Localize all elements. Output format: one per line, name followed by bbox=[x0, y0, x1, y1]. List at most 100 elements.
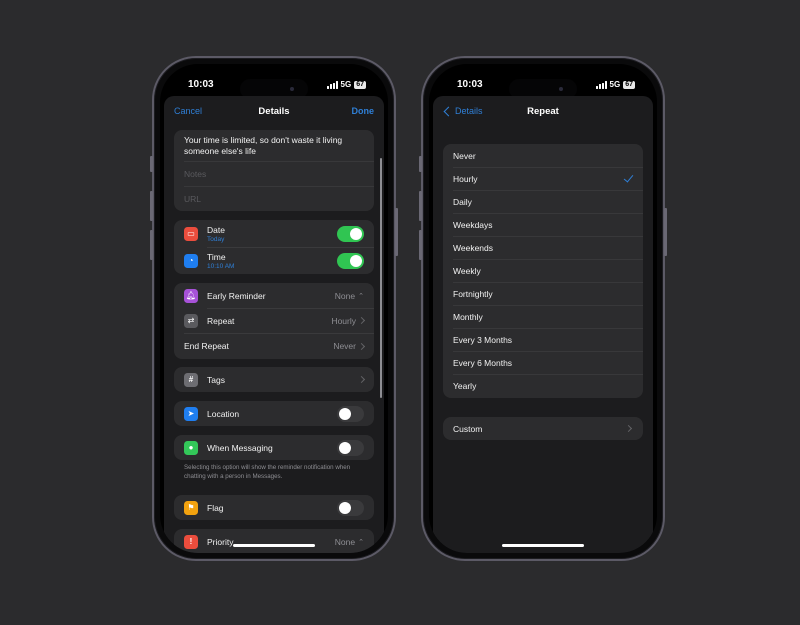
flag-label: Flag bbox=[207, 502, 224, 513]
when-messaging-toggle[interactable] bbox=[337, 439, 364, 456]
repeat-option-label: Monthly bbox=[453, 311, 483, 322]
notes-field[interactable]: Notes bbox=[174, 169, 216, 180]
time-row[interactable]: ◔ Time 10:10 AM bbox=[174, 247, 374, 274]
tags-label: Tags bbox=[207, 374, 225, 385]
repeat-option-label: Weekdays bbox=[453, 219, 493, 230]
location-arrow-icon: ➤ bbox=[184, 406, 198, 421]
priority-group: ! Priority None ⌃ bbox=[174, 529, 374, 553]
repeat-option-label: Never bbox=[453, 150, 476, 161]
tags-row[interactable]: # Tags bbox=[174, 367, 374, 392]
signal-icon bbox=[326, 80, 338, 89]
checkmark-icon bbox=[623, 172, 634, 183]
message-bubble-icon: ● bbox=[184, 440, 198, 455]
reminder-repeat-group: 🔔︎ Early Reminder None ⌃ ⇄ Repeat Hourly … bbox=[174, 283, 374, 359]
signal-icon bbox=[595, 80, 607, 89]
repeat-option[interactable]: Weekends bbox=[443, 236, 643, 259]
time-value[interactable]: 10:10 AM bbox=[207, 263, 234, 270]
location-label: Location bbox=[207, 408, 240, 419]
status-time: 10:03 bbox=[457, 79, 483, 90]
power-button bbox=[664, 208, 667, 256]
repeat-option-label: Yearly bbox=[453, 380, 477, 391]
url-field[interactable]: URL bbox=[174, 194, 211, 205]
up-down-chevron-icon: ⌃ bbox=[358, 538, 364, 546]
volume-down-button bbox=[150, 230, 153, 260]
repeat-label: Repeat bbox=[207, 315, 235, 326]
battery-icon: 67 bbox=[623, 80, 635, 89]
status-bar: 10:03 5G 67 bbox=[160, 74, 388, 99]
repeat-option[interactable]: Hourly bbox=[443, 167, 643, 190]
priority-value: None bbox=[334, 536, 356, 547]
calendar-icon: ▭ bbox=[184, 226, 198, 241]
date-time-group: ▭ Date Today ◔ Time 10:10 AM bbox=[174, 220, 374, 274]
nav-bar: Details Repeat bbox=[433, 96, 653, 122]
end-repeat-value: Never bbox=[333, 341, 356, 351]
priority-row[interactable]: ! Priority None ⌃ bbox=[174, 529, 374, 553]
repeat-option[interactable]: Weekly bbox=[443, 259, 643, 282]
done-button[interactable]: Done bbox=[352, 106, 375, 116]
repeat-sheet: Details Repeat Never Hourly Daily Weekdays W… bbox=[433, 96, 653, 553]
repeat-row[interactable]: ⇄ Repeat Hourly bbox=[174, 308, 374, 333]
flag-group: ⚑ Flag bbox=[174, 495, 374, 520]
repeat-option[interactable]: Every 6 Months bbox=[443, 351, 643, 374]
date-row[interactable]: ▭ Date Today bbox=[174, 220, 374, 247]
home-indicator[interactable] bbox=[233, 544, 315, 547]
repeat-option[interactable]: Yearly bbox=[443, 374, 643, 397]
action-button bbox=[419, 156, 422, 172]
date-toggle[interactable] bbox=[337, 225, 364, 242]
title-notes-group: Your time is limited, so don't waste it … bbox=[174, 130, 374, 211]
repeat-option[interactable]: Every 3 Months bbox=[443, 328, 643, 351]
status-bar: 10:03 5G 67 bbox=[429, 74, 657, 99]
repeat-value: Hourly bbox=[331, 315, 356, 326]
messaging-group: ● When Messaging bbox=[174, 435, 374, 460]
when-messaging-row[interactable]: ● When Messaging bbox=[174, 435, 374, 460]
location-row[interactable]: ➤ Location bbox=[174, 401, 374, 426]
repeat-option-label: Daily bbox=[453, 196, 472, 207]
details-sheet: Cancel Details Done Your time is limited… bbox=[164, 96, 384, 553]
repeat-option[interactable]: Never bbox=[443, 144, 643, 167]
page-title: Repeat bbox=[527, 106, 559, 117]
repeat-option[interactable]: Monthly bbox=[443, 305, 643, 328]
network-label: 5G bbox=[609, 80, 621, 89]
custom-label: Custom bbox=[453, 423, 483, 434]
chevron-right-icon bbox=[624, 424, 633, 433]
volume-up-button bbox=[150, 191, 153, 221]
early-reminder-row[interactable]: 🔔︎ Early Reminder None ⌃ bbox=[174, 283, 374, 308]
repeat-option[interactable]: Weekdays bbox=[443, 213, 643, 236]
repeat-option-label: Fortnightly bbox=[453, 288, 493, 299]
repeat-option[interactable]: Daily bbox=[443, 190, 643, 213]
location-toggle[interactable] bbox=[337, 405, 364, 422]
repeat-option[interactable]: Fortnightly bbox=[443, 282, 643, 305]
screen: 10:03 5G 67 Details Repeat Never Hourly Da… bbox=[429, 64, 657, 553]
repeat-option-label: Weekly bbox=[453, 265, 481, 276]
flag-toggle[interactable] bbox=[337, 499, 364, 516]
repeat-option-label: Every 3 Months bbox=[453, 334, 513, 345]
date-value[interactable]: Today bbox=[207, 236, 225, 243]
phone-details: 10:03 5G 67 Cancel Details Done Your tim… bbox=[150, 56, 398, 561]
repeat-option-label: Every 6 Months bbox=[453, 357, 513, 368]
early-reminder-label: Early Reminder bbox=[207, 290, 266, 301]
messaging-footnote: Selecting this option will show the remi… bbox=[184, 464, 351, 480]
custom-group: Custom bbox=[443, 417, 643, 440]
tags-group: # Tags bbox=[174, 367, 374, 392]
hashtag-icon: # bbox=[184, 372, 198, 387]
end-repeat-label: End Repeat bbox=[184, 341, 229, 351]
repeat-option-label: Weekends bbox=[453, 242, 494, 253]
network-label: 5G bbox=[340, 80, 352, 89]
date-label: Date bbox=[207, 224, 225, 235]
repeat-option-label: Hourly bbox=[453, 173, 478, 184]
exclamation-icon: ! bbox=[184, 534, 198, 549]
chevron-right-icon bbox=[357, 375, 366, 384]
repeat-options-list: Never Hourly Daily Weekdays Weekends Weekly Fo… bbox=[443, 144, 643, 398]
home-indicator[interactable] bbox=[502, 544, 584, 547]
time-label: Time bbox=[207, 251, 226, 262]
scrollbar[interactable] bbox=[380, 158, 382, 398]
flag-row[interactable]: ⚑ Flag bbox=[174, 495, 374, 520]
repeat-icon: ⇄ bbox=[184, 313, 198, 328]
title-field[interactable]: Your time is limited, so don't waste it … bbox=[174, 130, 374, 160]
priority-label: Priority bbox=[207, 536, 234, 547]
time-toggle[interactable] bbox=[337, 252, 364, 269]
end-repeat-row[interactable]: End Repeat Never bbox=[174, 333, 374, 359]
action-button bbox=[150, 156, 153, 172]
custom-option[interactable]: Custom bbox=[443, 417, 643, 440]
early-reminder-value: None bbox=[334, 290, 356, 301]
